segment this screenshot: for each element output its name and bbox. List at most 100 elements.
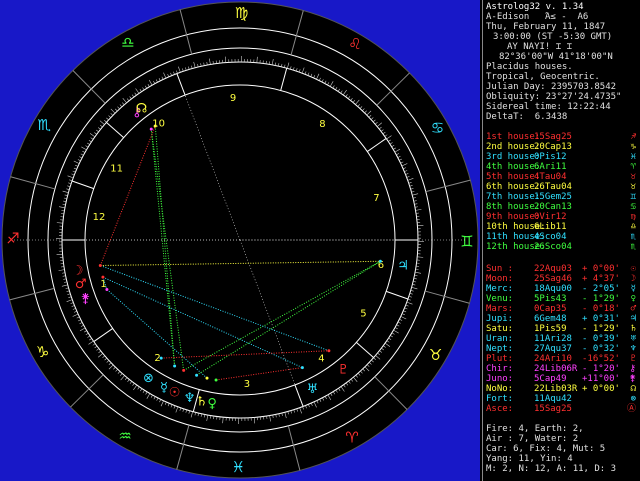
planet-row-label: Moon:	[486, 274, 514, 284]
sign-glyph: ♈	[345, 428, 358, 446]
planet-row-lat: - 0°39'	[582, 334, 620, 344]
planet-row-lat: - 1°29'	[582, 324, 620, 334]
planet-point	[159, 356, 163, 360]
planet-row-label: Uran:	[486, 334, 514, 344]
planet-row-symbol: ☽	[630, 274, 636, 284]
house-row-value: 4Tau04	[534, 172, 567, 182]
planet-glyph: ♃	[397, 259, 409, 274]
planet-glyph: ♄	[196, 394, 208, 409]
house-row-label: 4th house:	[486, 162, 541, 172]
planet-glyph: ♆	[184, 391, 196, 406]
house-row-value: 4Sco04	[534, 232, 567, 242]
planet-row-lat: + 0°00'	[582, 384, 620, 394]
house-row-value: 15Gem25	[534, 192, 572, 202]
house-row-value: 6Ari11	[534, 162, 567, 172]
house-number: 3	[244, 379, 250, 390]
planet-row-symbol: ⚵	[629, 374, 636, 384]
house-row-label: 7th house:	[486, 192, 541, 202]
house-row-label: 6th house:	[486, 182, 541, 192]
planet-glyph: ☉	[169, 385, 181, 400]
info-panel: Astrolog32 v. 1.34 A-Edison Ά≤ - Α6 Thu,…	[482, 0, 640, 481]
planet-row-value: 15Sag25	[534, 404, 572, 414]
planet-row-lat: - 0°18'	[582, 304, 620, 314]
planet-row-symbol: ♀	[630, 294, 636, 304]
sign-glyph: ♒	[118, 427, 131, 445]
planet-point	[98, 264, 102, 268]
house-row-symbol: ♎	[630, 222, 636, 232]
planet-row-label: Chir:	[486, 364, 514, 374]
planet-row-value: 5Pis43	[534, 294, 567, 304]
house-row-value: 20Cap13	[534, 142, 572, 152]
delta-t: DeltaT: 6.3438	[486, 112, 568, 122]
sign-glyph: ♓	[232, 458, 245, 476]
planet-row-symbol: ☊	[630, 384, 636, 394]
house-row-label: 8th house:	[486, 202, 541, 212]
planet-row-lat: - 0°32'	[582, 344, 620, 354]
planet-row-value: 1Pis59	[534, 324, 567, 334]
house-row-value: 26Sco04	[534, 242, 572, 252]
planet-row-symbol: ♇	[630, 354, 636, 364]
chart-coords: 82°36'00"W 41°18'00"N	[499, 52, 613, 62]
house-row-value: 6Lib11	[534, 222, 567, 232]
quadrants-line: M: 2, N: 12, A: 11, D: 3	[486, 464, 617, 474]
julian-day: Julian Day: 2395703.8542	[486, 82, 617, 92]
planet-row-symbol: ☿	[630, 284, 636, 294]
sign-glyph: ♊	[460, 233, 473, 251]
planet-row-lat: + 0°00'	[582, 264, 620, 274]
planet-row-value: 5Cap49	[534, 374, 567, 384]
house-number: 5	[360, 308, 366, 319]
name-symbols: Ά≤ - Α6	[545, 12, 589, 22]
planet-row-label: Fort:	[486, 394, 514, 404]
planet-row-value: 27Aqu37	[534, 344, 572, 354]
house-row-value: 15Sag25	[534, 132, 572, 142]
house-row-value: 0Pis12	[534, 152, 567, 162]
planet-row-value: 22Lib03R	[534, 384, 578, 394]
house-row-label: 1st house:	[486, 132, 541, 142]
planet-point	[149, 127, 153, 131]
planet-row-symbol: ♆	[630, 344, 636, 354]
sign-glyph: ♑	[36, 343, 49, 361]
sign-glyph: ♋	[431, 119, 444, 137]
sign-glyph: ♉	[429, 346, 442, 364]
planet-glyph: ♀	[207, 397, 217, 412]
house-row-symbol: ♈	[630, 162, 636, 172]
house-row-symbol: ♏	[630, 242, 636, 252]
planet-row-label: Juno:	[486, 374, 514, 384]
planet-row-symbol: ☉	[630, 264, 636, 274]
planet-glyph: ⚵	[81, 292, 91, 307]
planet-row-label: Jupi:	[486, 314, 514, 324]
obliquity: Obliquity: 23°27'24.4735"	[486, 92, 622, 102]
planet-row-label: NoNo:	[486, 384, 514, 394]
house-row-symbol: ♉	[630, 182, 636, 192]
planet-row-symbol: ⚷	[629, 364, 636, 374]
house-row-symbol: ♋	[630, 202, 636, 212]
planet-row-value: 25Sag46	[534, 274, 572, 284]
planet-glyph: ♅	[307, 382, 319, 397]
sign-glyph: ♎	[121, 34, 134, 52]
planet-row-label: Sun :	[486, 264, 514, 274]
planet-point	[173, 364, 177, 368]
house-row-label: 3rd house:	[486, 152, 541, 162]
planet-row-label: Nept:	[486, 344, 514, 354]
sidereal-time: Sidereal time: 12:22:44	[486, 102, 611, 112]
planet-row-label: Satu:	[486, 324, 514, 334]
planet-row-value: 0Cap35	[534, 304, 567, 314]
sign-glyph: ♐	[6, 229, 19, 247]
elements-line-2: Air : 7, Water: 2	[486, 434, 579, 444]
chart-name: A-Edison	[486, 12, 530, 22]
house-row-symbol: ♑	[630, 142, 636, 152]
planet-row-symbol: Ⓐ	[626, 404, 636, 414]
house-row-symbol: ♍	[630, 212, 636, 222]
planet-point	[195, 373, 199, 377]
planet-row-value: 11Ari28	[534, 334, 572, 344]
planet-row-label: Plut:	[486, 354, 514, 364]
house-row-label: 2nd house:	[486, 142, 541, 152]
place-glyphs: AY NAYI! ⌶ ⌶	[507, 42, 573, 52]
house-number: 7	[373, 193, 379, 204]
planet-row-lat: - 1°20'	[582, 364, 620, 374]
planet-row-lat: - 1°29'	[582, 294, 620, 304]
planet-point	[101, 275, 105, 279]
planet-row-value: 18Aqu00	[534, 284, 572, 294]
planet-point	[214, 378, 218, 382]
house-row-symbol: ♊	[630, 192, 636, 202]
